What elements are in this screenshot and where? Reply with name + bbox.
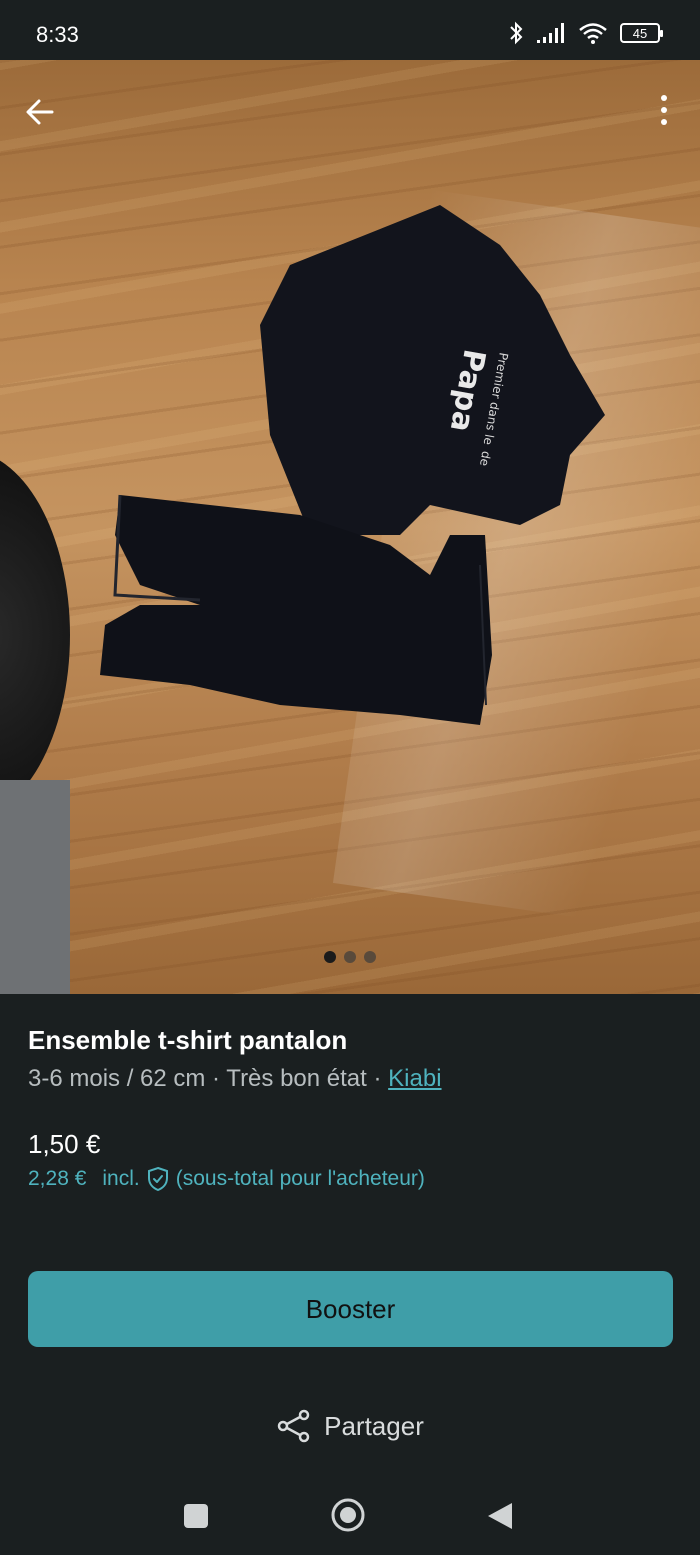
more-options-button[interactable] <box>652 88 676 132</box>
more-dot-icon <box>661 95 667 101</box>
photo-pagination <box>0 951 700 963</box>
incl-label: incl. <box>102 1167 140 1190</box>
recent-apps-icon[interactable] <box>183 1503 209 1529</box>
booster-button[interactable]: Booster <box>28 1271 673 1347</box>
home-icon[interactable] <box>330 1497 366 1533</box>
brand-link[interactable]: Kiabi <box>388 1065 441 1092</box>
pagination-dot[interactable] <box>364 951 376 963</box>
item-condition: Très bon état <box>226 1065 367 1092</box>
bluetooth-icon <box>510 21 523 45</box>
separator: · <box>205 1065 227 1092</box>
clothes-illustration: Premier dans le Papa de <box>100 205 605 725</box>
item-details: 3-6 mois / 62 cm · Très bon état · Kiabi <box>28 1062 672 1096</box>
item-size: 3-6 mois / 62 cm <box>28 1065 206 1092</box>
status-time: 8:33 <box>36 22 79 47</box>
item-price: 1,50 € <box>28 1129 101 1159</box>
battery-level: 45 <box>632 25 648 41</box>
arrow-left-icon <box>26 99 54 125</box>
buyer-total: 2,28 € <box>28 1167 87 1190</box>
shield-check-icon <box>147 1166 168 1192</box>
wifi-icon <box>579 23 607 44</box>
item-photo[interactable]: Premier dans le Papa de <box>0 60 700 994</box>
hat-shape <box>0 450 70 820</box>
battery-icon: 45 <box>620 23 663 43</box>
share-icon <box>277 1409 310 1443</box>
share-label: Partager <box>324 1410 424 1441</box>
back-triangle-icon[interactable] <box>486 1501 514 1531</box>
separator: · <box>366 1065 389 1092</box>
share-button[interactable]: Partager <box>0 1396 700 1456</box>
back-button[interactable] <box>18 90 62 134</box>
more-dot-icon <box>661 119 667 125</box>
pagination-dot[interactable] <box>344 951 356 963</box>
status-icons: 45 <box>508 20 663 46</box>
more-dot-icon <box>661 107 667 113</box>
shirt-print-line3: de <box>477 450 493 467</box>
buyer-price-row[interactable]: 2,28 € incl. (sous-total pour l'acheteur… <box>28 1164 425 1194</box>
system-navigation-bar <box>0 1475 700 1555</box>
item-title: Ensemble t-shirt pantalon <box>28 1025 348 1055</box>
signal-icon <box>537 23 564 43</box>
item-info: Ensemble t-shirt pantalon 3-6 mois / 62 … <box>28 1022 672 1096</box>
buyer-note: (sous-total pour l'acheteur) <box>175 1167 425 1190</box>
pagination-dot-active[interactable] <box>324 951 336 963</box>
